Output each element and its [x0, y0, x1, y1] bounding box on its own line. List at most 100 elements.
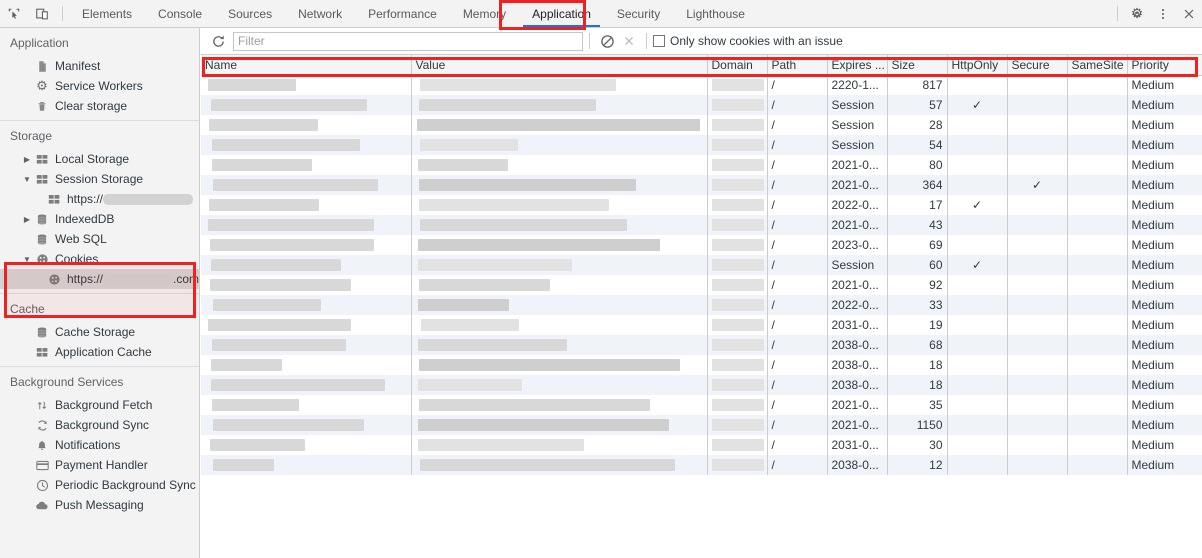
only-issues-checkbox[interactable]: Only show cookies with an issue — [653, 34, 843, 48]
tabbar-actions: ⚙ — [1111, 0, 1202, 27]
redacted-origin — [103, 193, 194, 205]
table-row[interactable]: /2038-0... 18 Medium — [201, 355, 1202, 375]
table-row[interactable]: /2038-0... 12 Medium — [201, 455, 1202, 475]
sidebar-item-manifest[interactable]: ▶ Manifest — [0, 56, 199, 76]
sidebar-item-application-cache[interactable]: ▶ Application Cache — [0, 342, 199, 362]
clear-all-icon[interactable] — [596, 30, 618, 52]
table-row[interactable]: /2038-0... 18 Medium — [201, 375, 1202, 395]
sidebar-item-background-fetch[interactable]: ▶ Background Fetch — [0, 395, 199, 415]
cell-name — [201, 375, 412, 395]
sidebar-item-indexeddb[interactable]: ▶ IndexedDB — [0, 209, 199, 229]
sidebar-item-session-storage-origin[interactable]: https:// — [0, 189, 199, 209]
sidebar-item-payment-handler[interactable]: ▶ Payment Handler — [0, 455, 199, 475]
chevron-right-icon[interactable]: ▶ — [22, 215, 32, 224]
sidebar-item-cookies[interactable]: ▼ Cookies — [0, 249, 199, 269]
sidebar-item-notifications[interactable]: ▶ Notifications — [0, 435, 199, 455]
col-header-samesite[interactable]: SameSite — [1067, 55, 1128, 76]
table-row[interactable]: / Session 57 ✓ Medium — [201, 95, 1202, 115]
cell-priority: Medium — [1127, 315, 1202, 335]
table-row[interactable]: / Session 54 Medium — [201, 135, 1202, 155]
table-row[interactable]: /2022-0... 17 ✓ Medium — [201, 195, 1202, 215]
col-header-size[interactable]: Size — [887, 55, 948, 76]
col-header-priority[interactable]: Priority — [1127, 55, 1202, 76]
table-row[interactable]: /2021-0... 35 Medium — [201, 395, 1202, 415]
table-row[interactable]: / Session 28 Medium — [201, 115, 1202, 135]
col-header-expires[interactable]: Expires ... — [827, 55, 888, 76]
table-row[interactable]: /2023-0... 69 Medium — [201, 235, 1202, 255]
table-row[interactable]: /2021-0... 364 ✓ Medium — [201, 175, 1202, 195]
col-header-value[interactable]: Value — [411, 55, 708, 76]
application-sidebar[interactable]: Application ▶ Manifest ▶ ⚙ Service Worke… — [0, 28, 200, 558]
cell-secure — [1007, 255, 1068, 275]
table-header-row: Name Value Domain Path Expires ... Size … — [201, 55, 1202, 76]
col-header-domain[interactable]: Domain — [707, 55, 768, 76]
tab-application[interactable]: Application — [519, 0, 604, 27]
sidebar-item-periodic-background-sync[interactable]: ▶ Periodic Background Sync — [0, 475, 199, 495]
cell-secure: ✓ — [1007, 175, 1068, 195]
cell-name — [201, 115, 412, 135]
bell-icon — [34, 437, 50, 453]
tab-console[interactable]: Console — [145, 0, 215, 27]
more-vertical-icon[interactable] — [1150, 0, 1176, 27]
table-row[interactable]: /2021-0... 43 Medium — [201, 215, 1202, 235]
tab-elements[interactable]: Elements — [69, 0, 145, 27]
cell-priority: Medium — [1127, 355, 1202, 375]
cell-value — [411, 455, 708, 475]
sidebar-item-session-storage[interactable]: ▼ Session Storage — [0, 169, 199, 189]
delete-selected-icon[interactable] — [618, 30, 640, 52]
tab-network[interactable]: Network — [285, 0, 355, 27]
table-row[interactable]: /2038-0... 68 Medium — [201, 335, 1202, 355]
table-row[interactable]: /2021-0... 1150 Medium — [201, 415, 1202, 435]
sidebar-item-service-workers[interactable]: ▶ ⚙ Service Workers — [0, 76, 199, 96]
close-icon[interactable] — [1176, 0, 1202, 27]
table-row[interactable]: /2021-0... 80 Medium — [201, 155, 1202, 175]
chevron-right-icon[interactable]: ▶ — [22, 155, 32, 164]
table-row[interactable]: /2031-0... 30 Medium — [201, 435, 1202, 455]
sidebar-item-background-sync[interactable]: ▶ Background Sync — [0, 415, 199, 435]
sidebar-item-push-messaging[interactable]: ▶ Push Messaging — [0, 495, 199, 515]
tab-security[interactable]: Security — [604, 0, 673, 27]
inspect-cursor-icon[interactable] — [0, 0, 28, 27]
cell-samesite — [1067, 435, 1128, 455]
cell-path: / — [767, 275, 828, 295]
sidebar-item-cookies-origin[interactable]: https:// .com — [0, 269, 199, 289]
table-row[interactable]: /2031-0... 19 Medium — [201, 315, 1202, 335]
sidebar-item-clear-storage[interactable]: ▶ Clear storage — [0, 96, 199, 116]
sidebar-item-local-storage[interactable]: ▶ Local Storage — [0, 149, 199, 169]
col-header-httponly[interactable]: HttpOnly — [947, 55, 1008, 76]
col-header-name[interactable]: Name — [201, 55, 412, 76]
tab-lighthouse[interactable]: Lighthouse — [673, 0, 758, 27]
cell-value — [411, 395, 708, 415]
sidebar-item-cache-storage[interactable]: ▶ Cache Storage — [0, 322, 199, 342]
cell-expires: 2031-0... — [827, 435, 888, 455]
sidebar-item-web-sql[interactable]: ▶ Web SQL — [0, 229, 199, 249]
chevron-down-icon[interactable]: ▼ — [22, 175, 32, 184]
cell-path: / — [767, 135, 828, 155]
cell-expires: 2038-0... — [827, 335, 888, 355]
cell-path: / — [767, 75, 828, 95]
cell-expires: Session — [827, 115, 888, 135]
chevron-down-icon[interactable]: ▼ — [22, 255, 32, 264]
table-row[interactable]: /2022-0... 33 Medium — [201, 295, 1202, 315]
cookies-table-wrapper[interactable]: Name Value Domain Path Expires ... Size … — [201, 55, 1202, 522]
filter-input[interactable] — [233, 31, 583, 51]
tab-performance[interactable]: Performance — [355, 0, 450, 27]
cell-name — [201, 335, 412, 355]
cell-secure — [1007, 115, 1068, 135]
cell-priority: Medium — [1127, 95, 1202, 115]
cell-name — [201, 395, 412, 415]
col-header-secure[interactable]: Secure — [1007, 55, 1068, 76]
col-header-path[interactable]: Path — [767, 55, 828, 76]
checkbox-box[interactable] — [653, 35, 665, 47]
gear-icon[interactable]: ⚙ — [1124, 0, 1150, 27]
tab-memory[interactable]: Memory — [450, 0, 519, 27]
refresh-icon[interactable] — [207, 30, 229, 52]
table-row[interactable]: /2220-1... 817 Medium — [201, 75, 1202, 95]
table-row[interactable]: / Session 60 ✓ Medium — [201, 255, 1202, 275]
table-row[interactable]: /2021-0... 92 Medium — [201, 275, 1202, 295]
cell-samesite — [1067, 315, 1128, 335]
cell-expires: 2021-0... — [827, 155, 888, 175]
device-toolbar-icon[interactable] — [28, 0, 56, 27]
sidebar-item-label: Clear storage — [55, 99, 128, 113]
tab-sources[interactable]: Sources — [215, 0, 285, 27]
